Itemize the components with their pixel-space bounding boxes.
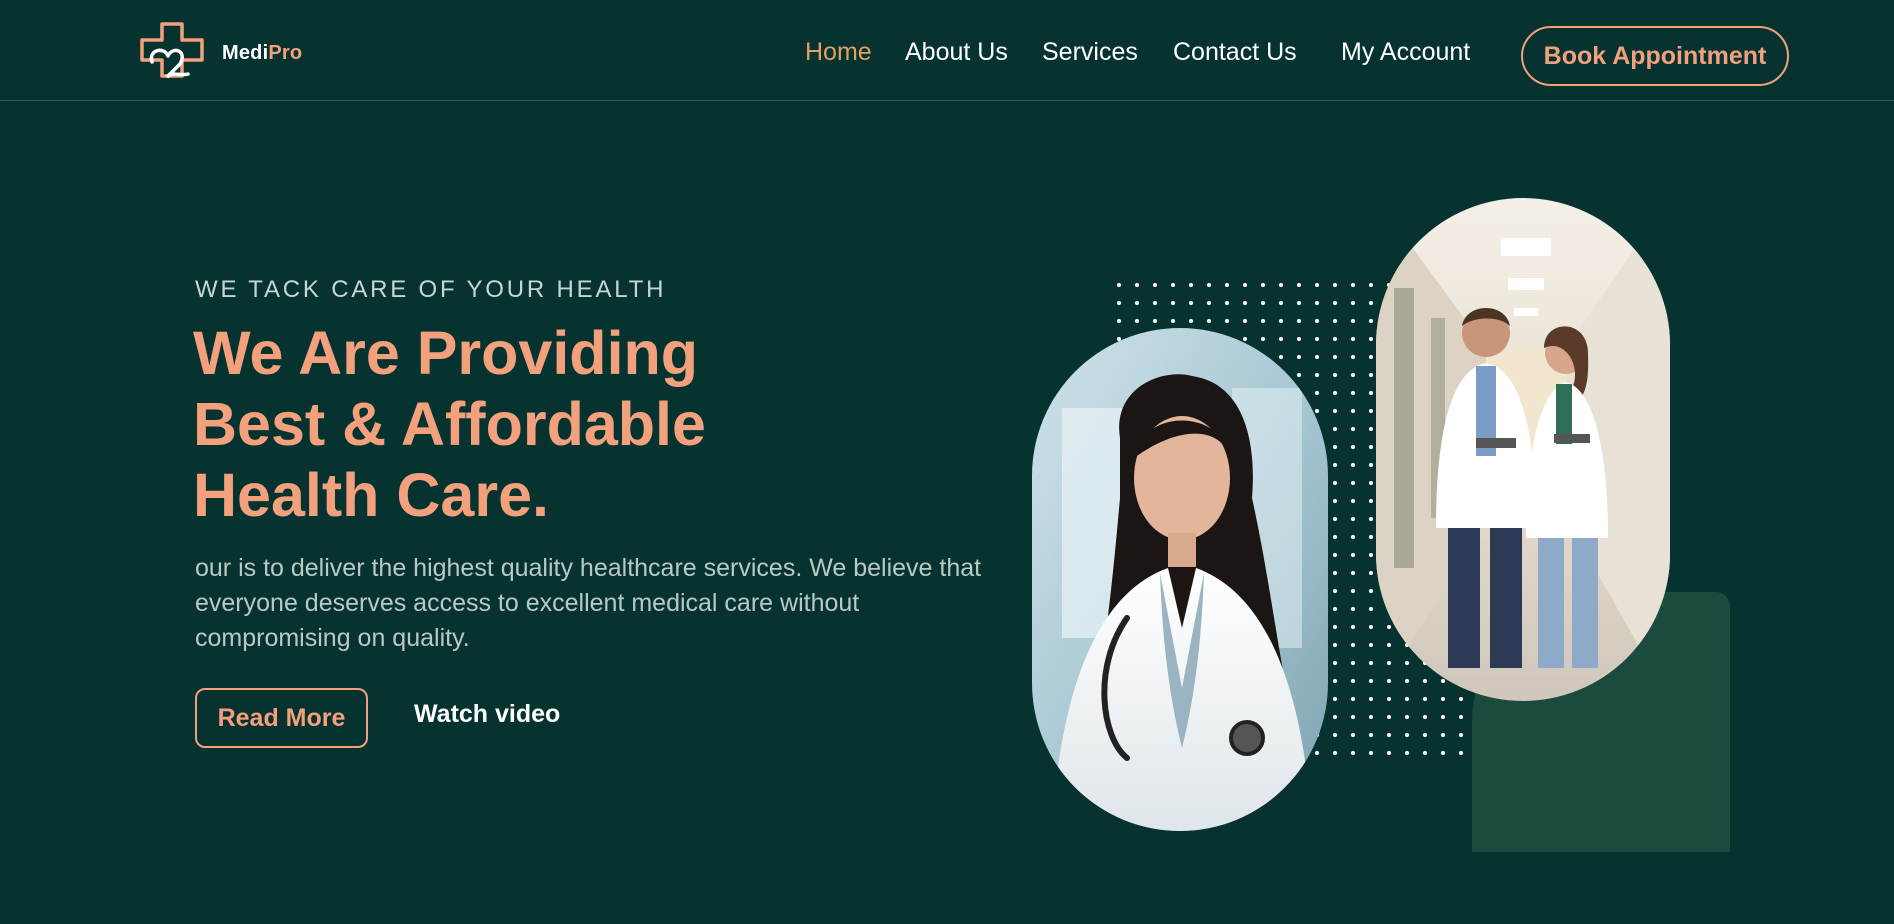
nav-contact-us[interactable]: Contact Us bbox=[1173, 38, 1297, 67]
doctors-corridor-image bbox=[1376, 198, 1670, 701]
logo[interactable]: MediPro bbox=[138, 20, 302, 86]
book-appointment-button[interactable]: Book Appointment bbox=[1521, 26, 1789, 86]
site-header: MediPro Home About Us Services Contact U… bbox=[0, 0, 1894, 101]
watch-video-link[interactable]: Watch video bbox=[414, 700, 560, 729]
nav-home[interactable]: Home bbox=[805, 38, 872, 67]
brand-name: MediPro bbox=[222, 42, 302, 65]
headline-line-2: Best & Affordable bbox=[193, 390, 706, 458]
doctor-portrait-image bbox=[1032, 328, 1328, 831]
medical-cross-heart-icon bbox=[138, 20, 210, 86]
nav-about-us[interactable]: About Us bbox=[905, 38, 1008, 67]
brand-accent-text: Pro bbox=[268, 41, 303, 64]
read-more-button[interactable]: Read More bbox=[195, 688, 368, 748]
hero-eyebrow: WE TACK CARE OF YOUR HEALTH bbox=[195, 276, 667, 303]
headline-line-3: Health Care. bbox=[193, 461, 549, 529]
brand-main-text: Medi bbox=[222, 41, 269, 64]
hero-description: our is to deliver the highest quality he… bbox=[195, 554, 982, 652]
nav-services[interactable]: Services bbox=[1042, 38, 1138, 67]
headline-line-1: We Are Providing bbox=[193, 319, 699, 387]
nav-my-account[interactable]: My Account bbox=[1341, 38, 1470, 67]
hero-headline: We Are Providing Best & Affordable Healt… bbox=[193, 318, 813, 531]
